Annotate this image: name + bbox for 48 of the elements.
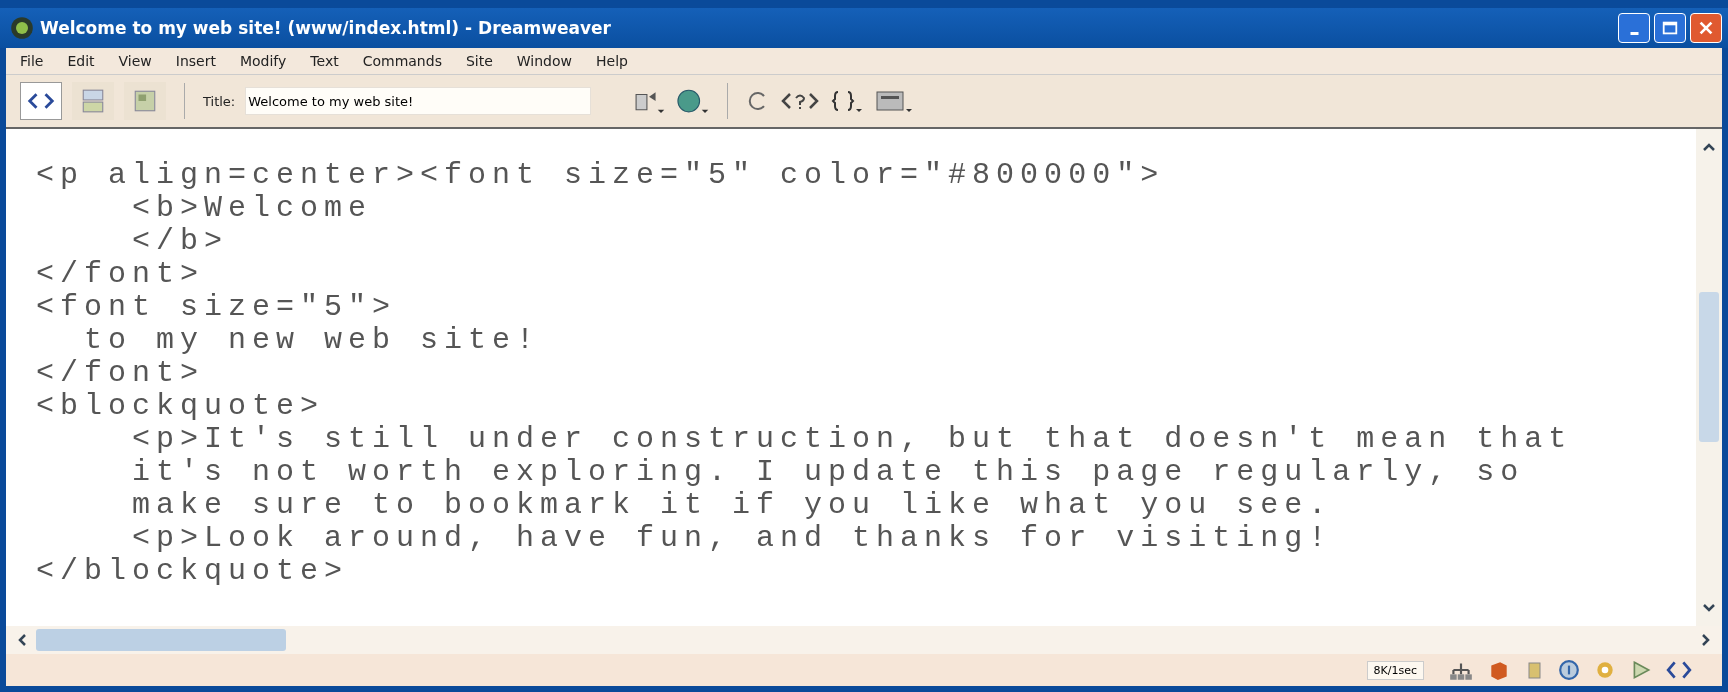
code-line: <p align=center><font size="5" color="#800000"> xyxy=(36,159,1166,192)
code-line: </font> xyxy=(36,357,206,390)
maximize-icon xyxy=(1661,19,1679,37)
cube-icon[interactable] xyxy=(1488,659,1510,681)
menu-item[interactable]: Insert xyxy=(175,53,216,69)
code-brackets-icon xyxy=(27,92,55,110)
vertical-scrollbar[interactable] xyxy=(1696,129,1722,626)
code-line: <font size="5"> xyxy=(36,291,398,324)
code-line: to my new web site! xyxy=(83,324,542,357)
minimize-button[interactable] xyxy=(1618,13,1650,43)
menu-item[interactable]: Edit xyxy=(67,53,95,69)
code-view-icon[interactable] xyxy=(1666,659,1692,681)
braces-icon[interactable] xyxy=(830,89,865,113)
scrollbar-thumb[interactable] xyxy=(1699,292,1719,442)
info-circle-icon[interactable] xyxy=(1558,659,1580,681)
close-icon xyxy=(1697,19,1715,37)
close-button[interactable] xyxy=(1690,13,1722,43)
code-line: <blockquote> xyxy=(36,390,326,423)
menu-item[interactable]: Window xyxy=(516,53,572,69)
code-line: <b>Welcome xyxy=(131,192,374,225)
menu-item[interactable]: View xyxy=(118,53,152,69)
minimize-icon xyxy=(1629,31,1639,35)
menu-item[interactable]: File xyxy=(20,53,44,69)
scrollbar-thumb[interactable] xyxy=(36,629,286,651)
code-line: </blockquote> xyxy=(36,555,350,588)
view-options-icon[interactable] xyxy=(874,89,915,113)
download-stats: 8K/1sec xyxy=(1366,660,1424,680)
title-input[interactable]: Welcome to my web site! xyxy=(245,87,592,115)
menu-item[interactable]: Text xyxy=(310,53,339,69)
maximize-button[interactable] xyxy=(1654,13,1686,43)
window-title: Welcome to my web site! (www/index.html) - Dreamweaver xyxy=(40,18,612,38)
code-line: make sure to bookmark it if you like what you see. xyxy=(131,489,1334,522)
code-view-button[interactable] xyxy=(20,82,62,120)
menu-item[interactable]: Help xyxy=(596,53,628,69)
globe-icon[interactable] xyxy=(675,88,710,114)
code-line: <p>Look around, have fun, and thanks for visiting! xyxy=(131,522,1334,555)
app-logo-icon xyxy=(10,16,34,40)
page-layout-icon xyxy=(132,88,158,114)
code-line: it's not worth exploring. I update this page regularly, so xyxy=(131,456,1526,489)
split-panes-icon xyxy=(80,88,106,114)
code-line: </font> xyxy=(36,258,206,291)
horizontal-scrollbar[interactable] xyxy=(6,626,1722,654)
menu-item[interactable]: Commands xyxy=(362,53,442,69)
menu-item[interactable]: Site xyxy=(465,53,493,69)
code-line: </b> xyxy=(131,225,230,258)
title-label: Title: xyxy=(203,93,236,109)
menu-item[interactable]: Modify xyxy=(239,53,287,69)
code-line: <p>It's still under construction, but that doesn't mean that xyxy=(131,423,1574,456)
